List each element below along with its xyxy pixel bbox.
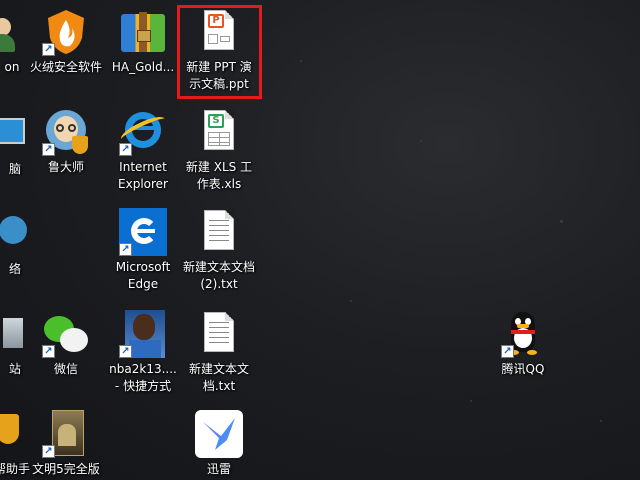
ludashi-icon: ↗ <box>42 108 90 156</box>
wps-ppt-file-icon: P <box>195 8 243 56</box>
recycle-bin-icon <box>0 310 23 358</box>
desktop-icon-network[interactable]: 络 <box>0 210 36 278</box>
text-file-icon <box>195 310 243 358</box>
icon-label: 新建文本文档 (2).txt <box>182 260 255 291</box>
monitor-icon <box>0 110 25 158</box>
icon-label: 新建文本文 档.txt <box>188 362 249 393</box>
shield-icon <box>0 410 21 458</box>
shortcut-arrow-icon: ↗ <box>42 445 55 458</box>
shortcut-arrow-icon: ↗ <box>42 43 55 56</box>
desktop-icon-txt[interactable]: 新建文本文 档.txt <box>180 310 258 395</box>
icon-label: 火绒安全软件 <box>29 60 102 74</box>
edge-icon: ↗ <box>119 208 167 256</box>
desktop-icon-nba2k13[interactable]: ↗ nba2k13.... - 快捷方式 <box>104 310 182 395</box>
desktop-icon-xunlei[interactable]: 迅雷 <box>180 410 258 478</box>
icon-label: 微信 <box>53 362 78 376</box>
internet-explorer-icon: ↗ <box>118 108 168 156</box>
desktop-icon-wechat[interactable]: ↗ 微信 <box>27 310 105 378</box>
text-file-icon <box>195 208 243 256</box>
person-icon <box>0 8 21 56</box>
globe-icon <box>0 210 27 258</box>
huorong-flame-icon: ↗ <box>42 8 90 56</box>
shortcut-arrow-icon: ↗ <box>119 243 132 256</box>
xunlei-bird-icon <box>195 410 243 458</box>
icon-label: 腾讯QQ <box>501 362 545 376</box>
shortcut-arrow-icon: ↗ <box>42 143 55 156</box>
shortcut-arrow-icon: ↗ <box>119 143 132 156</box>
desktop-icon-microsoft-edge[interactable]: ↗ Microsoft Edge <box>104 208 182 293</box>
icon-label: 络 <box>8 262 21 276</box>
desktop-icon-qq[interactable]: ↗ 腾讯QQ <box>484 310 562 378</box>
icon-label: nba2k13.... - 快捷方式 <box>109 362 177 393</box>
icon-label: Microsoft Edge <box>115 260 171 291</box>
shortcut-arrow-icon: ↗ <box>119 345 132 358</box>
shortcut-arrow-icon: ↗ <box>42 345 55 358</box>
icon-label: Internet Explorer <box>118 160 168 191</box>
icon-label: 新建 PPT 演 示文稿.ppt <box>186 60 252 91</box>
desktop-icon-ludashi[interactable]: ↗ 鲁大师 <box>27 108 105 176</box>
desktop-icon-ha-gold[interactable]: HA_Gold... <box>104 8 182 76</box>
desktop-icon-ppt[interactable]: P 新建 PPT 演 示文稿.ppt <box>180 8 258 93</box>
icon-label: 迅雷 <box>206 462 231 476</box>
qq-penguin-icon: ↗ <box>499 310 547 358</box>
icon-label: 文明5完全版 <box>32 462 100 476</box>
icon-label: 鲁大师 <box>47 160 84 174</box>
civilization-game-icon: ↗ <box>42 410 90 458</box>
wps-xls-file-icon: S <box>195 108 243 156</box>
desktop-icon-txt2[interactable]: 新建文本文档 (2).txt <box>180 208 258 293</box>
nba-player-icon: ↗ <box>119 310 167 358</box>
shortcut-arrow-icon: ↗ <box>501 345 514 358</box>
desktop-icon-civ5[interactable]: ↗ 文明5完全版 <box>27 410 105 478</box>
icon-label: 新建 XLS 工 作表.xls <box>185 160 253 191</box>
archive-folder-icon <box>119 8 167 56</box>
desktop-icon-huorong[interactable]: ↗ 火绒安全软件 <box>27 8 105 76</box>
wechat-icon: ↗ <box>42 310 90 358</box>
desktop-icon-internet-explorer[interactable]: ↗ Internet Explorer <box>104 108 182 193</box>
icon-label: HA_Gold... <box>111 60 175 74</box>
desktop-icon-xls[interactable]: S 新建 XLS 工 作表.xls <box>180 108 258 193</box>
